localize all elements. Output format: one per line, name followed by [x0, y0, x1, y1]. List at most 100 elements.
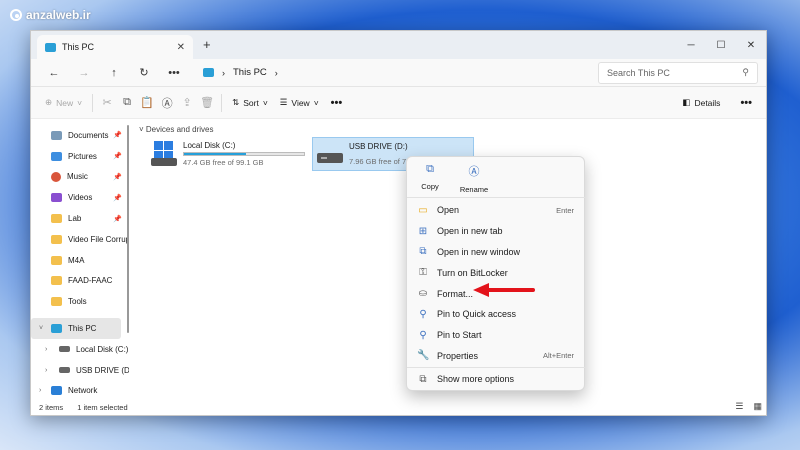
- chevron-down-icon[interactable]: ˅: [39, 325, 43, 332]
- menu-item-shortcut: Alt+Enter: [542, 351, 574, 361]
- music-icon: [51, 171, 61, 182]
- usb-drive-icon: [317, 142, 343, 168]
- sidebar-item-documents[interactable]: Documents 📌: [31, 125, 129, 146]
- copy-button[interactable]: ⧉ Copy: [413, 163, 447, 194]
- windows-drive-icon: [151, 141, 177, 167]
- sidebar-item-label: Tools: [68, 297, 87, 307]
- folder-icon: [51, 297, 62, 307]
- sort-label: Sort: [243, 97, 259, 108]
- sidebar-item-m4a[interactable]: M4A: [31, 250, 129, 271]
- share-icon[interactable]: ⇪: [177, 96, 197, 109]
- menu-item-open-in-new-window[interactable]: ⧉ Open in new window: [411, 242, 582, 263]
- menu-divider: [407, 197, 586, 198]
- sidebar-item-lab[interactable]: Lab 📌: [31, 208, 129, 229]
- sort-button[interactable]: ⇅ Sort ˅: [226, 91, 274, 115]
- chevron-down-icon: ˅: [313, 97, 319, 108]
- network-icon: [51, 386, 62, 396]
- more-options-icon[interactable]: •••: [734, 91, 758, 115]
- navigation-pane: Documents 📌 Pictures 📌 Music 📌 Videos 📌 Lab 📌 Vide…: [31, 119, 129, 401]
- sidebar-item-tools[interactable]: Tools: [31, 291, 129, 312]
- details-button[interactable]: ◧ Details: [676, 91, 726, 115]
- menu-item-open[interactable]: ▭ Open Enter: [411, 200, 582, 221]
- maximize-icon[interactable]: ☐: [706, 31, 736, 59]
- refresh-icon[interactable]: ↻: [129, 66, 159, 79]
- rename-button[interactable]: Ⓐ Rename: [457, 163, 491, 194]
- sidebar-item-label: Documents: [68, 130, 109, 140]
- search-placeholder: Search This PC: [607, 67, 670, 78]
- view-icon: ☰: [279, 97, 288, 107]
- details-view-icon[interactable]: ☰: [735, 401, 743, 412]
- menu-item-open-in-new-tab[interactable]: ⊞ Open in new tab: [411, 221, 582, 242]
- sidebar-item-local-disk[interactable]: › Local Disk (C:): [31, 339, 129, 360]
- menu-item-show-more-options[interactable]: ⧉ Show more options: [411, 369, 582, 390]
- forward-icon[interactable]: →: [69, 67, 99, 79]
- drive-item-local-disk[interactable]: Local Disk (C:) 47.4 GB free of 99.1 GB: [147, 137, 309, 171]
- new-label: New: [56, 97, 74, 108]
- breadcrumb-this-pc[interactable]: This PC: [233, 67, 267, 78]
- documents-icon: [51, 130, 62, 140]
- menu-item-properties[interactable]: 🔧 Properties Alt+Enter: [411, 346, 582, 367]
- sidebar-item-video-file-corrup[interactable]: Video File Corrup: [31, 229, 129, 250]
- close-window-icon[interactable]: ✕: [736, 31, 766, 59]
- chevron-right-icon[interactable]: ›: [45, 367, 47, 374]
- videos-icon: [51, 193, 62, 203]
- menu-item-label: Format...: [437, 288, 474, 299]
- sidebar-item-faad-faac[interactable]: FAAD-FAAC: [31, 271, 129, 292]
- rename-icon: Ⓐ: [468, 166, 480, 178]
- close-tab-icon[interactable]: ✕: [177, 42, 185, 53]
- menu-item-pin-to-start[interactable]: ⚲ Pin to Start: [411, 325, 582, 346]
- tiles-view-icon[interactable]: ▦: [753, 401, 762, 412]
- show-more-icon: ⧉: [419, 373, 427, 385]
- minimize-icon[interactable]: ─: [676, 31, 706, 59]
- menu-item-pin-to-quick-access[interactable]: ⚲ Pin to Quick access: [411, 304, 582, 325]
- bitlocker-key-icon: ⚿: [419, 267, 427, 279]
- sidebar-item-usb-drive[interactable]: › USB DRIVE (D:): [31, 360, 129, 381]
- chevron-right-icon[interactable]: ›: [45, 346, 47, 353]
- sidebar-item-videos[interactable]: Videos 📌: [31, 187, 129, 208]
- chevron-right-icon[interactable]: ›: [39, 387, 41, 394]
- view-label: View: [291, 97, 310, 108]
- pin-icon: 📌: [113, 132, 122, 140]
- details-pane-icon: ◧: [682, 97, 691, 107]
- new-tab-button[interactable]: +: [203, 37, 211, 52]
- red-arrow-annotation: [473, 283, 535, 297]
- drive-usage-bar: [183, 152, 305, 156]
- sidebar-item-this-pc[interactable]: ˅ This PC: [31, 318, 121, 339]
- breadcrumb-chevron-icon[interactable]: ›: [275, 68, 278, 78]
- sidebar-item-label: Local Disk (C:): [76, 344, 129, 354]
- cut-icon[interactable]: ✂: [97, 96, 117, 109]
- tab-this-pc[interactable]: This PC ✕: [37, 35, 193, 59]
- paste-icon[interactable]: 📋: [137, 96, 157, 109]
- new-button[interactable]: ⊕ New ˅: [39, 91, 88, 115]
- back-icon[interactable]: ←: [39, 67, 69, 79]
- drive-name: Local Disk (C:): [183, 141, 236, 150]
- menu-item-label: Open in new tab: [437, 226, 503, 237]
- drive-free-space: 47.4 GB free of 99.1 GB: [183, 158, 264, 167]
- folder-icon: [51, 255, 62, 265]
- sidebar-item-label: M4A: [68, 255, 85, 265]
- rename-icon[interactable]: Ⓐ: [157, 95, 177, 111]
- address-path[interactable]: › This PC ›: [197, 62, 597, 84]
- delete-icon[interactable]: 🗑: [197, 96, 217, 109]
- sidebar-item-network[interactable]: › Network: [31, 381, 129, 401]
- properties-wrench-icon: 🔧: [417, 350, 430, 362]
- copy-icon: ⧉: [426, 163, 434, 175]
- this-pc-icon: [51, 324, 62, 334]
- sidebar-item-pictures[interactable]: Pictures 📌: [31, 146, 129, 167]
- copy-icon[interactable]: ⧉: [117, 96, 137, 109]
- group-header[interactable]: ˅ Devices and drives: [139, 125, 214, 134]
- more-locations-icon[interactable]: •••: [159, 67, 189, 79]
- view-button[interactable]: ☰ View ˅: [274, 91, 325, 115]
- context-menu: ⧉ Copy Ⓐ Rename ▭ Open Enter ⊞ Open in new t…: [406, 156, 586, 391]
- nav-scrollbar[interactable]: [127, 125, 129, 333]
- sidebar-item-music[interactable]: Music 📌: [31, 167, 129, 188]
- up-icon[interactable]: ↑: [99, 67, 129, 79]
- see-more-icon[interactable]: •••: [325, 91, 349, 115]
- sidebar-item-label: Video File Corrup: [68, 234, 129, 244]
- sort-icon: ⇅: [232, 97, 240, 107]
- pin-to-start-icon: ⚲: [419, 329, 427, 341]
- menu-item-turn-on-bitlocker[interactable]: ⚿ Turn on BitLocker: [411, 262, 582, 283]
- search-input[interactable]: Search This PC ⚲: [598, 61, 758, 84]
- toolbar-divider: [221, 93, 223, 112]
- chevron-down-icon: ˅: [77, 97, 83, 108]
